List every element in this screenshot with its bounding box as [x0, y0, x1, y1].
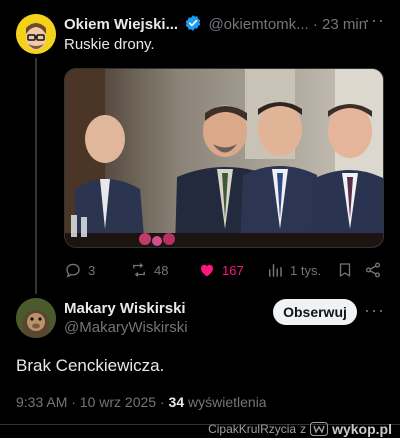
views-button[interactable]: 1 tys.: [266, 260, 321, 280]
views-count: 1 tys.: [290, 262, 322, 278]
author-name[interactable]: Okiem Wiejski...: [64, 16, 178, 33]
like-button[interactable]: 167: [198, 260, 244, 280]
tweet-photo[interactable]: [64, 68, 384, 248]
reply-count: 3: [88, 262, 96, 278]
bookmark-button[interactable]: [336, 260, 354, 280]
footer-prep: z: [300, 422, 307, 436]
avatar[interactable]: [16, 14, 56, 54]
thread-connector-line: [35, 58, 37, 294]
avatar-monkey-photo: [16, 298, 56, 338]
reply-header: Makary Wiskirski @MakaryWiskirski: [64, 300, 188, 336]
reply-author-handle[interactable]: @MakaryWiskirski: [64, 319, 188, 336]
footer-site[interactable]: wykop.pl: [332, 421, 392, 437]
source-footer: CipakKrulRzycia z wykop.pl: [208, 421, 392, 437]
repost-icon: [133, 263, 145, 277]
like-icon: [201, 264, 213, 277]
bookmark-icon: [339, 263, 351, 277]
reply-avatar[interactable]: [16, 298, 56, 338]
reply-views-count: 34: [168, 394, 185, 410]
repost-button[interactable]: 48: [130, 260, 168, 280]
views-icon: [269, 264, 282, 277]
tweet-header: Okiem Wiejski... @okiemtomk... · 23 min: [64, 14, 388, 34]
wykop-logo-icon: [310, 422, 329, 436]
reply-button[interactable]: 3: [64, 260, 95, 280]
avatar-cartoon-face: [16, 14, 56, 54]
like-count: 167: [222, 262, 244, 278]
tweet-action-bar: 3 48 167 1 tys.: [64, 260, 384, 280]
tweet-text: Ruskie drony.: [64, 36, 155, 53]
reply-views-label: wyświetlenia: [188, 394, 267, 410]
footer-user[interactable]: CipakKrulRzycia: [208, 422, 296, 436]
follow-button[interactable]: Obserwuj: [273, 299, 357, 325]
reply-icon: [66, 263, 80, 278]
more-icon[interactable]: ···: [364, 10, 385, 31]
separator-dot: ·: [312, 16, 318, 33]
verified-badge-icon: [184, 14, 202, 36]
more-icon[interactable]: ···: [364, 300, 385, 321]
reply-author-name[interactable]: Makary Wiskirski: [64, 300, 188, 317]
tweet-time[interactable]: 23 min: [322, 16, 367, 33]
reply-meta: 9:33 AM · 10 wrz 2025 · 34 wyświetlenia: [16, 394, 267, 410]
photo-officials-at-table: [65, 69, 383, 247]
author-handle[interactable]: @okiemtomk...: [208, 16, 308, 33]
repost-count: 48: [154, 262, 169, 278]
reply-text: Brak Cenckiewicza.: [16, 356, 165, 375]
share-icon: [365, 262, 381, 278]
share-button[interactable]: [364, 260, 382, 280]
reply-timestamp[interactable]: 9:33 AM · 10 wrz 2025 ·: [16, 394, 165, 410]
